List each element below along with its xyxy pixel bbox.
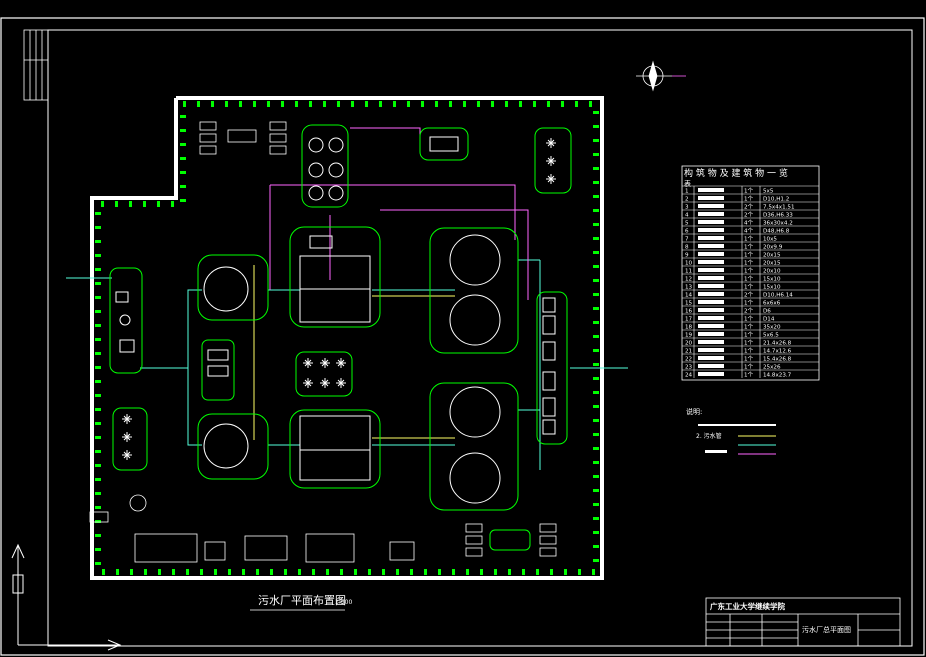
table-cell-count: 1个 xyxy=(744,364,754,371)
table-name-mask xyxy=(698,324,724,328)
table-cell-count: 1个 xyxy=(744,332,754,339)
bottom-buildings xyxy=(89,494,415,563)
table-name-mask xyxy=(698,356,724,360)
table-cell-count: 4个 xyxy=(744,220,754,227)
ucs-axis-icon xyxy=(11,543,122,651)
green-patch-center xyxy=(295,351,353,397)
aeration-tank-1 xyxy=(289,226,381,328)
table-cell-count: 1个 xyxy=(744,284,754,291)
table-body: 1 1个 5x52 1个 D10,H1.23 2个 7.5x4x1.514 2个 D36,H6.… xyxy=(682,185,819,379)
table-name-mask xyxy=(698,316,724,320)
table-cell-count: 1个 xyxy=(744,316,754,323)
green-patch-left xyxy=(112,407,148,471)
table-name-mask xyxy=(698,308,724,312)
pipe-legend: 说明: 2. 污水管 xyxy=(686,407,776,455)
table-cell-count: 1个 xyxy=(744,196,754,203)
legend-item-2: 2. 污水管 xyxy=(696,432,722,440)
primary-tank-2 xyxy=(197,413,269,480)
table-title: 构 筑 物 及 建 筑 物 一 览 xyxy=(684,167,788,179)
top-small-tank xyxy=(419,127,469,161)
table-cell-count: 1个 xyxy=(744,188,754,195)
table-name-mask xyxy=(698,300,724,304)
table-name-mask xyxy=(698,276,724,280)
table-cell-count: 2个 xyxy=(744,292,754,299)
table-cell-count: 1个 xyxy=(744,268,754,275)
pipe-network xyxy=(66,127,628,470)
legend-title: 说明: xyxy=(686,407,702,416)
table-name-mask xyxy=(698,252,724,256)
table-name-mask xyxy=(698,188,724,192)
table-cell-count: 1个 xyxy=(744,236,754,243)
binding-strip xyxy=(23,29,49,101)
table-name-mask xyxy=(698,244,724,248)
sheet-outer-border xyxy=(0,17,925,656)
aeration-tank-2 xyxy=(289,409,381,489)
plant-structures xyxy=(109,124,572,551)
table-cell-size: 14.8x23.7 xyxy=(763,373,792,379)
table-cell-count: 2个 xyxy=(744,212,754,219)
table-cell-count: 1个 xyxy=(744,300,754,307)
table-cell-no: 24 xyxy=(685,373,693,379)
table-name-mask xyxy=(698,212,724,216)
table-name-mask xyxy=(698,196,724,200)
table-cell-count: 4个 xyxy=(744,228,754,235)
table-cell-count: 1个 xyxy=(744,252,754,259)
cad-drawing-canvas[interactable]: 污水厂平面布置图 1:500 构 筑 物 及 建 筑 物 一 览 表 1 1个 5x… xyxy=(0,0,926,657)
small-building xyxy=(201,339,235,401)
table-name-mask xyxy=(698,340,724,344)
table-name-mask xyxy=(698,292,724,296)
table-name-mask xyxy=(698,372,724,376)
table-name-mask xyxy=(698,228,724,232)
table-cell-count: 1个 xyxy=(744,348,754,355)
table-name-mask xyxy=(698,284,724,288)
table-name-mask xyxy=(698,348,724,352)
table-name-mask xyxy=(698,236,724,240)
table-name-mask xyxy=(698,332,724,336)
drawing-title: 污水厂平面布置图 xyxy=(258,594,346,607)
table-cell-count: 1个 xyxy=(744,340,754,347)
table-cell-count: 1个 xyxy=(744,356,754,363)
table-name-mask xyxy=(698,204,724,208)
structures-table: 构 筑 物 及 建 筑 物 一 览 表 1 1个 5x52 1个 D10,H1.23 2个… xyxy=(681,165,820,381)
table-cell-count: 2个 xyxy=(744,308,754,315)
table-name-mask xyxy=(698,364,724,368)
table-cell-count: 1个 xyxy=(744,324,754,331)
sheet-title: 污水厂总平面图 xyxy=(802,625,851,634)
table-cell-count: 1个 xyxy=(744,244,754,251)
clarifier-group-2 xyxy=(429,382,519,511)
table-name-mask xyxy=(698,220,724,224)
table-cell-count: 1个 xyxy=(744,276,754,283)
table-name-mask xyxy=(698,268,724,272)
school-name: 广东工业大学继续学院 xyxy=(710,601,785,611)
outlet-structure xyxy=(536,291,568,445)
table-cell-count: 1个 xyxy=(744,260,754,267)
table-cell-count: 2个 xyxy=(744,204,754,211)
table-name-mask xyxy=(698,260,724,264)
drawing-scale: 1:500 xyxy=(335,599,352,606)
inlet-structure xyxy=(109,267,143,374)
table-cell-count: 1个 xyxy=(744,372,754,379)
table-title-suffix: 表 xyxy=(684,179,691,188)
north-arrow-icon xyxy=(636,60,686,92)
parking-grids xyxy=(199,121,557,557)
site-boundary xyxy=(90,96,604,580)
